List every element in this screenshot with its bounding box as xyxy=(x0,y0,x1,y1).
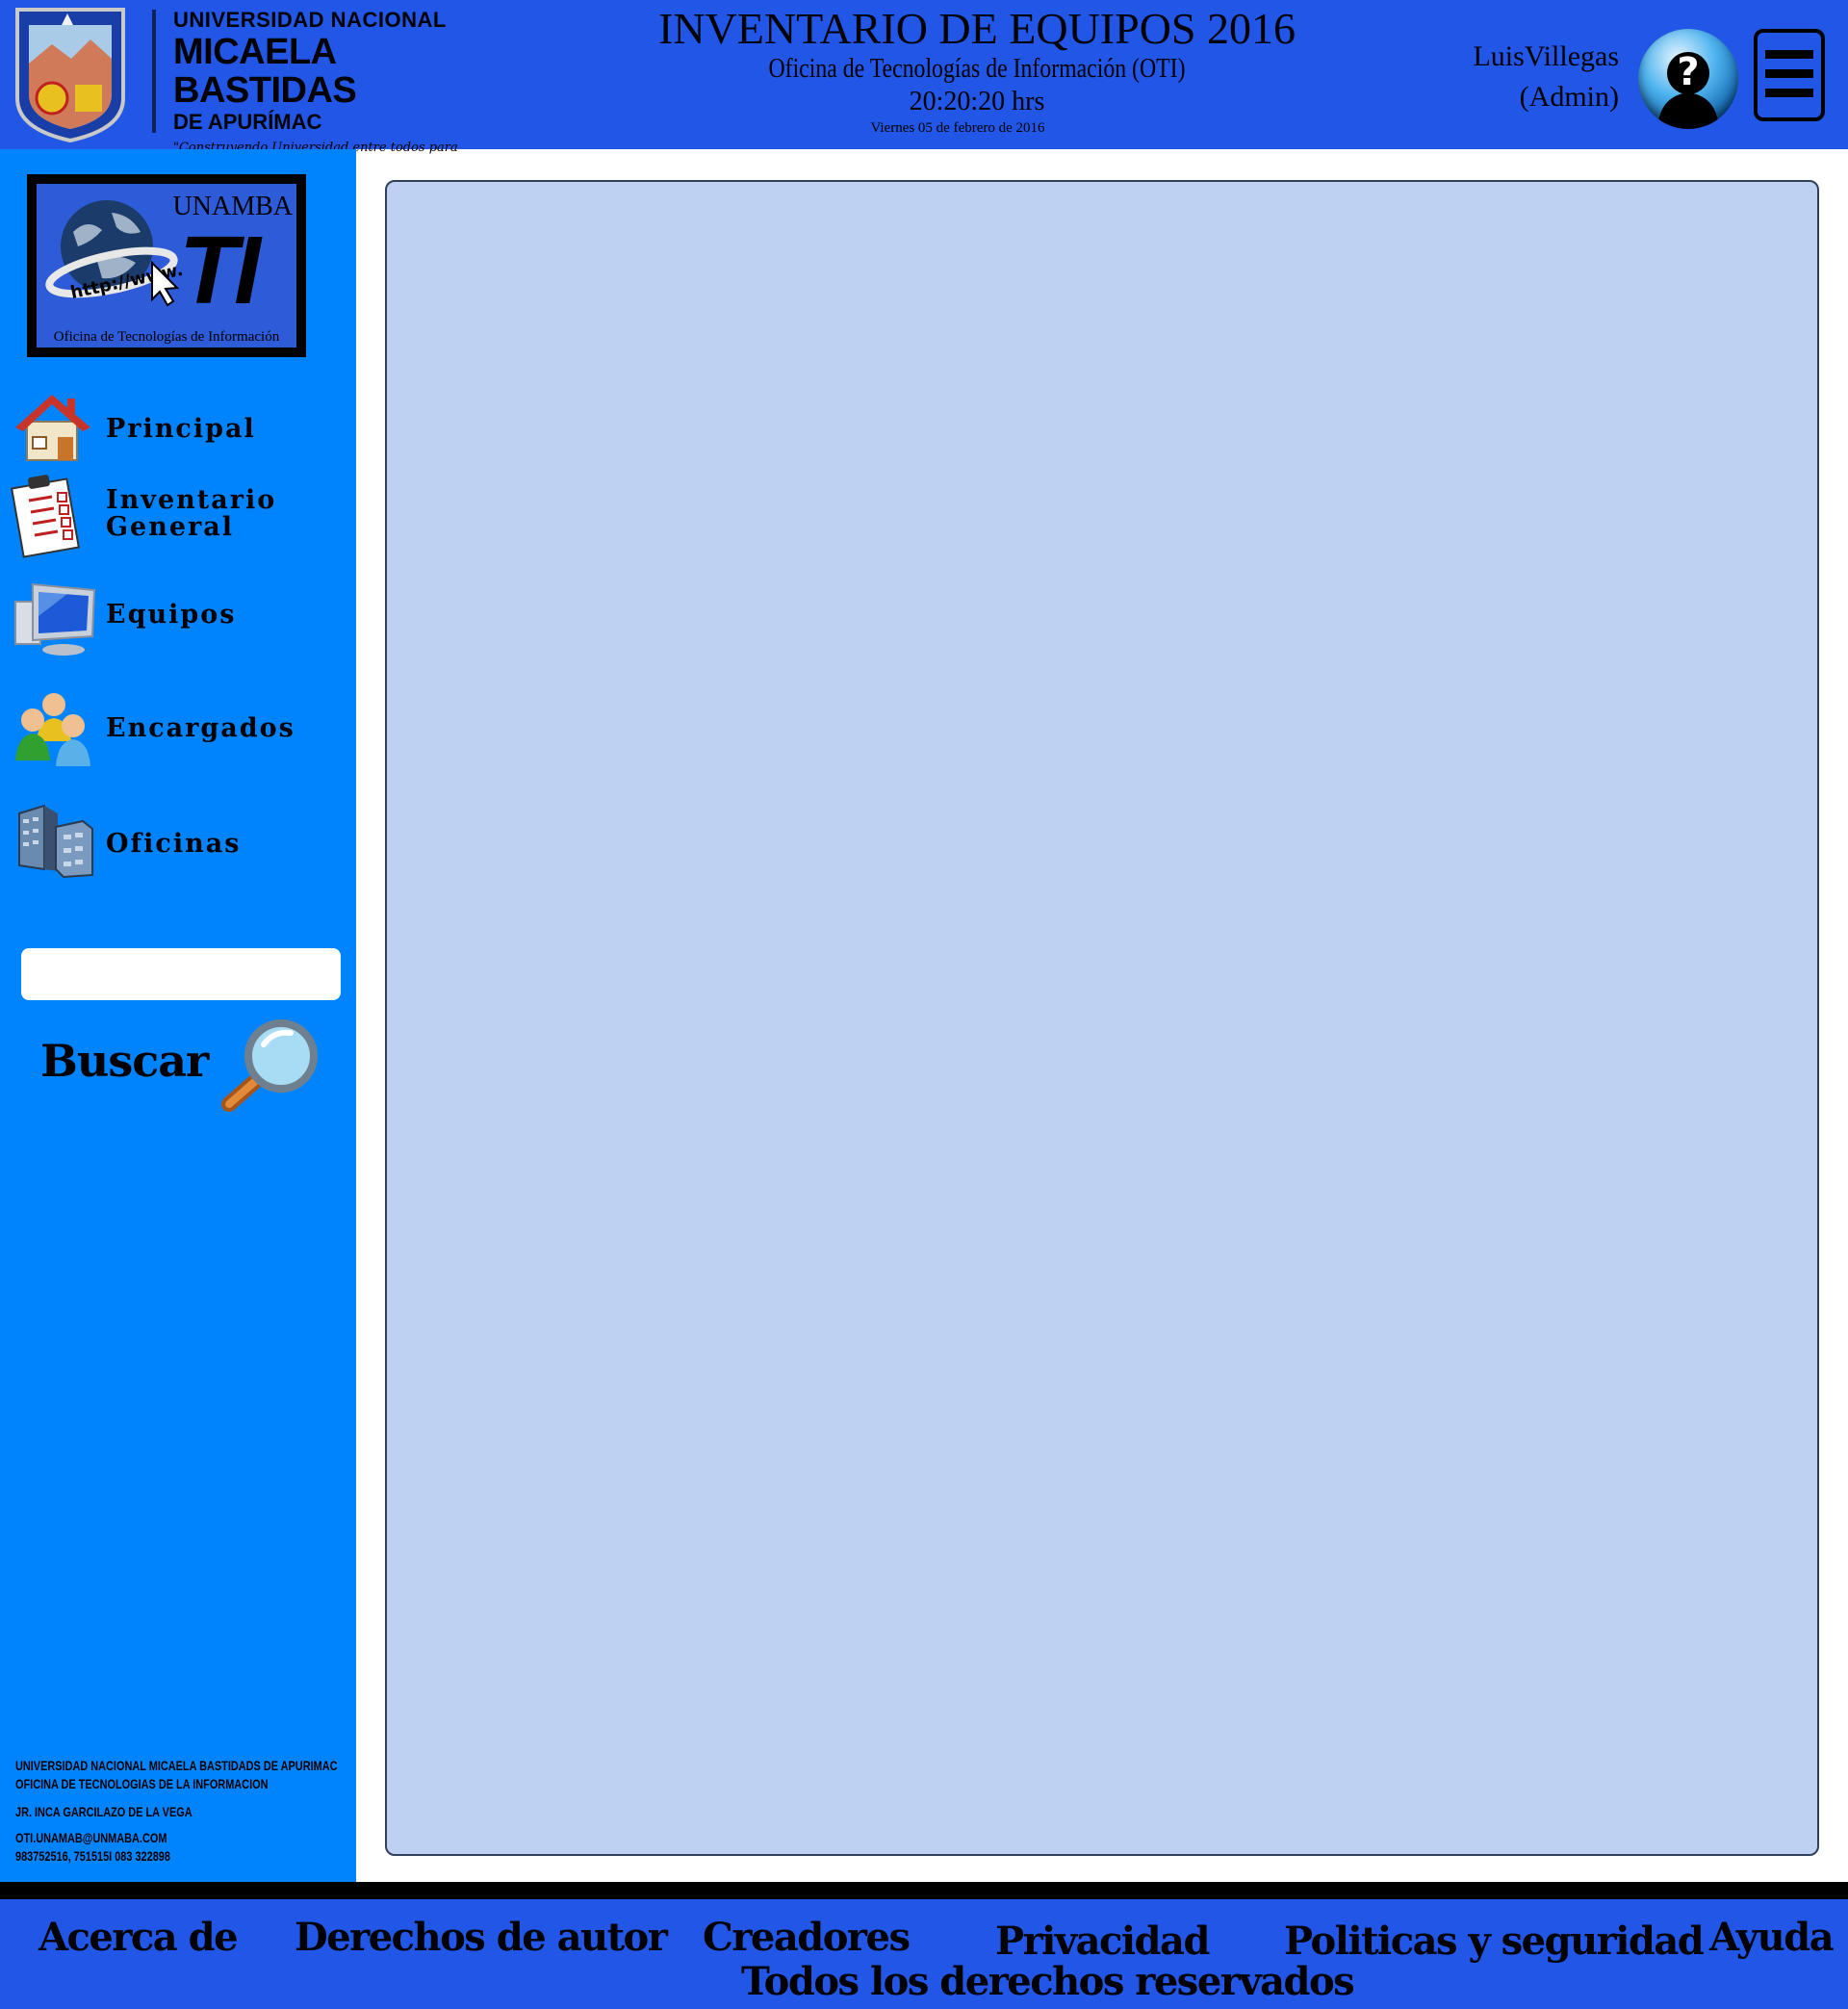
logo-ti-text: TI xyxy=(179,217,261,324)
footer-link-derechos-de-autor[interactable]: Derechos de autor xyxy=(295,1915,668,1960)
nav-encargados[interactable]: Encargados xyxy=(10,683,346,770)
university-name-line1: UNIVERSIDAD NACIONAL xyxy=(173,8,447,32)
footer-line-email: OTI.UNAMAB@UNMABA.COM xyxy=(15,1830,167,1845)
nav-inventario-general[interactable]: Inventario General xyxy=(10,472,346,558)
bottom-footer: Acerca de Derechos de autor Creadores Pr… xyxy=(0,1899,1848,2009)
user-info: LuisVillegas (Admin) xyxy=(1405,37,1619,117)
sidebar-contact-info: UNIVERSIDAD NACIONAL MICAELA BASTIDADS D… xyxy=(15,1757,338,1866)
clock-time: 20:20:20 hrs xyxy=(909,87,1045,116)
footer-line-university: UNIVERSIDAD NACIONAL MICAELA BASTIDADS D… xyxy=(15,1758,338,1773)
oti-logo-inner: http://www. UNAMBA TI Oficina de Tecnolo… xyxy=(37,184,296,348)
hamburger-menu-button[interactable] xyxy=(1754,29,1825,121)
page-title: INVENTARIO DE EQUIPOS 2016 xyxy=(658,4,1296,53)
footer-line-phones: 983752516, 751515I 083 322898 xyxy=(15,1848,170,1864)
office-buildings-icon xyxy=(18,804,93,879)
nav-inventario-label-line2: General xyxy=(106,512,235,542)
university-name: UNIVERSIDAD NACIONAL MICAELA BASTIDAS DE… xyxy=(173,8,462,169)
magnifier-icon xyxy=(221,1019,318,1112)
title-block: INVENTARIO DE EQUIPOS 2016 Oficina de Te… xyxy=(597,4,1357,137)
nav-principal-label: Principal xyxy=(106,414,256,444)
nav-encargados-label: Encargados xyxy=(106,713,295,743)
nav-oficinas-label: Oficinas xyxy=(106,829,242,859)
user-role: (Admin) xyxy=(1519,81,1619,113)
copyright-text: Todos los derechos reservados xyxy=(741,1959,1355,2004)
current-date: Viernes 05 de febrero de 2016 xyxy=(870,120,1045,136)
main-content-panel xyxy=(385,180,1819,1856)
nav-inventario-label-line1: Inventario xyxy=(106,485,277,515)
search-button-label: Buscar xyxy=(40,1035,209,1087)
computer-monitor-icon xyxy=(14,582,96,656)
footer-divider xyxy=(0,1882,1848,1899)
help-button[interactable]: ? xyxy=(1638,29,1738,129)
globe-icon: http://www. xyxy=(45,200,185,307)
footer-line-address: JR. INCA GARCILAZO DE LA VEGA xyxy=(15,1804,192,1819)
university-seal-logo xyxy=(13,6,127,143)
sidebar: http://www. UNAMBA TI Oficina de Tecnolo… xyxy=(0,149,356,1882)
menu-bar-2 xyxy=(1765,69,1813,78)
search-button[interactable]: Buscar xyxy=(38,1016,337,1121)
university-name-line3: DE APURÍMAC xyxy=(173,110,322,134)
logo-caption: Oficina de Tecnologías de Información xyxy=(53,329,280,345)
nav-equipos-label: Equipos xyxy=(106,600,237,630)
house-icon xyxy=(15,395,90,461)
users-group-icon xyxy=(15,693,90,766)
footer-link-privacidad[interactable]: Privacidad xyxy=(995,1919,1210,1964)
help-question-icon: ? xyxy=(1657,50,1719,129)
footer-link-politicas-y-seguridad[interactable]: Politicas y seguridad xyxy=(1284,1919,1705,1964)
nav-oficinas[interactable]: Oficinas xyxy=(10,792,346,879)
footer-link-creadores[interactable]: Creadores xyxy=(703,1915,911,1960)
oti-logo: http://www. UNAMBA TI Oficina de Tecnolo… xyxy=(27,174,306,357)
hamburger-menu-icon xyxy=(1765,50,1813,59)
footer-link-acerca-de[interactable]: Acerca de xyxy=(38,1915,239,1960)
footer-line-office: OFICINA DE TECNOLOGIAS DE LA INFORMACION xyxy=(15,1776,269,1791)
top-header: UNIVERSIDAD NACIONAL MICAELA BASTIDAS DE… xyxy=(0,0,1848,169)
menu-bar-3 xyxy=(1765,89,1813,97)
svg-text:?: ? xyxy=(1677,50,1699,94)
university-name-line2: MICAELA BASTIDAS xyxy=(173,32,357,111)
header-divider xyxy=(152,10,156,133)
nav-equipos[interactable]: Equipos xyxy=(10,573,346,659)
page-subtitle: Oficina de Tecnologías de Información (O… xyxy=(768,53,1186,84)
search-input[interactable] xyxy=(21,948,341,1000)
nav-principal[interactable]: Principal xyxy=(10,383,346,470)
clipboard-checklist-icon xyxy=(11,475,80,558)
footer-link-ayuda[interactable]: Ayuda xyxy=(1709,1915,1835,1960)
username: LuisVillegas xyxy=(1473,40,1619,72)
